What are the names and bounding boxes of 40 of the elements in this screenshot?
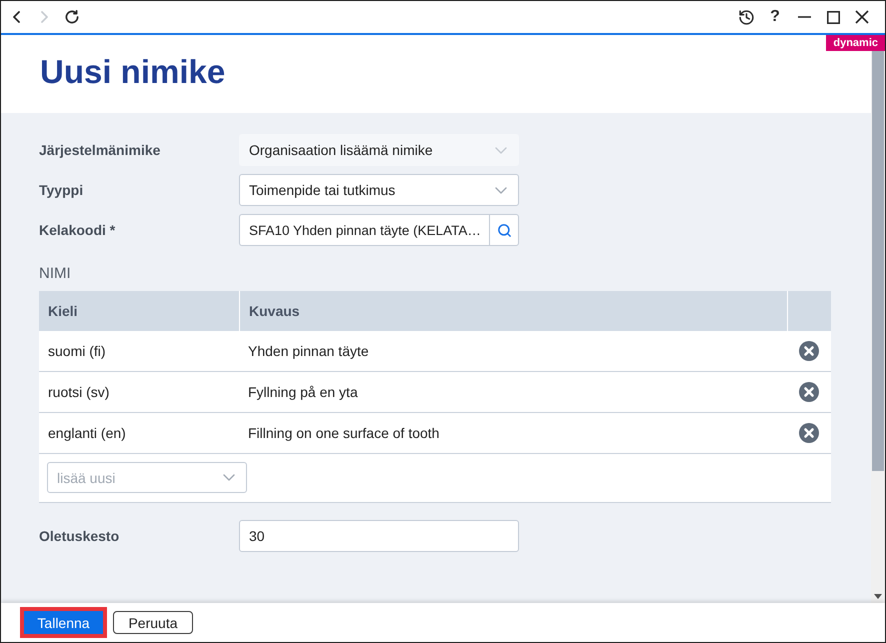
history-icon [738,8,754,26]
x-circle-icon [799,423,819,443]
page-title: Uusi nimike [40,53,226,91]
search-button[interactable] [489,214,519,246]
environment-badge: dynamic [826,35,885,51]
close-icon [855,10,869,24]
chevron-down-icon [223,474,235,481]
field-label: Kelakoodi * [39,222,116,238]
field-label: Oletuskesto [39,528,120,544]
table-cell-text: Fyllning på en yta [247,383,359,402]
remove-button[interactable] [799,423,819,443]
section-heading: NIMI [39,265,71,283]
table-cell-text: Fillning on one surface of tooth [247,424,440,443]
remove-button[interactable] [799,382,819,402]
input-field[interactable]: 30 [239,520,519,552]
scroll-down-arrow-icon[interactable] [874,594,882,599]
chevron-left-icon [12,11,20,23]
chevron-right-icon [40,11,48,23]
chevron-down-icon [495,186,507,194]
table-cell-text: Yhden pinnan täyte [247,342,370,361]
dropdown[interactable]: Toimenpide tai tutkimus [239,174,519,206]
search-icon [496,222,512,238]
maximize-icon [826,10,840,24]
save-button[interactable]: Tallenna [20,607,107,638]
column-header: Kieli [47,302,79,321]
table-cell-text: suomi (fi) [47,342,107,361]
minimize-icon [798,16,810,18]
cancel-button[interactable]: Peruuta [113,611,193,634]
table-cell-text: ruotsi (sv) [47,383,110,402]
x-circle-icon [799,341,819,361]
x-circle-icon [799,382,819,402]
remove-button[interactable] [799,341,819,361]
help-button[interactable]: ? [761,4,789,30]
refresh-icon [65,10,79,24]
code-input-field[interactable]: SFA10 Yhden pinnan täyte (KELATA… [239,214,489,246]
field-label: Järjestelmänimike [39,142,160,158]
scrollbar-thumb[interactable] [872,51,884,471]
table-cell-text: englanti (en) [47,424,127,443]
chevron-down-icon [495,146,507,154]
field-label: Tyyppi [39,182,84,198]
